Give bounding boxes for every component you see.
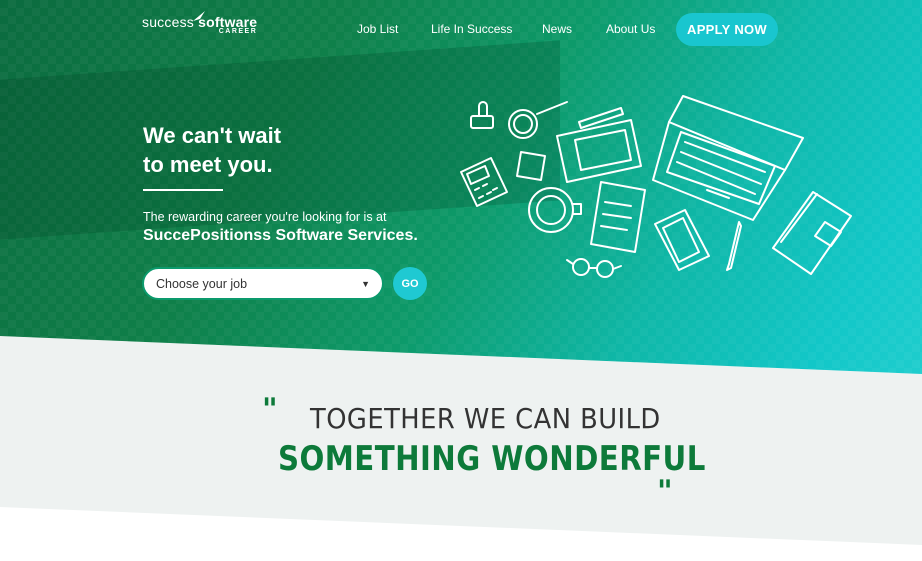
job-select[interactable]: Choose your job ▼ bbox=[142, 267, 384, 300]
glasses-icon bbox=[566, 258, 622, 278]
quote-line-2: SOMETHING WONDERFUL bbox=[278, 439, 706, 479]
job-select-value: Choose your job bbox=[156, 276, 248, 291]
nav-life-in-success[interactable]: Life In Success bbox=[431, 22, 512, 36]
laptop-icon bbox=[652, 95, 804, 221]
pen-icon bbox=[726, 221, 742, 271]
quote-line-1: TOGETHER WE CAN BUILD bbox=[310, 402, 661, 435]
headline-line-2: to meet you. bbox=[143, 152, 273, 177]
coffee-cup-icon bbox=[528, 187, 582, 233]
pencil-icon bbox=[578, 107, 624, 129]
close-quote-mark: " bbox=[657, 474, 673, 509]
go-button[interactable]: GO bbox=[393, 267, 427, 300]
headline-line-1: We can't wait bbox=[143, 123, 282, 148]
nav-about-us[interactable]: About Us bbox=[606, 22, 655, 36]
headline-divider bbox=[143, 189, 223, 191]
notebook-icon bbox=[772, 191, 852, 275]
hero-headline: We can't wait to meet you. bbox=[143, 121, 443, 179]
nav-job-list[interactable]: Job List bbox=[357, 22, 398, 36]
open-quote-mark: " bbox=[262, 392, 278, 427]
brand-logo[interactable]: success software CAREER bbox=[142, 11, 257, 35]
stamp-icon bbox=[470, 101, 494, 129]
apply-now-button[interactable]: APPLY NOW bbox=[676, 13, 778, 46]
sticky-note-icon bbox=[516, 151, 546, 181]
phone-icon bbox=[654, 209, 710, 271]
tablet-icon bbox=[556, 119, 642, 183]
nav-news[interactable]: News bbox=[542, 22, 572, 36]
calculator-icon bbox=[460, 157, 508, 207]
bird-icon bbox=[192, 10, 206, 24]
office-illustration bbox=[460, 95, 852, 278]
hero-subtext: The rewarding career you're looking for … bbox=[143, 210, 387, 224]
dropdown-arrow-icon: ▼ bbox=[361, 278, 370, 289]
document-icon bbox=[590, 181, 646, 253]
hero-company-name: SuccePositionss Software Services. bbox=[143, 227, 418, 244]
magnifier-icon bbox=[508, 101, 568, 139]
logo-word-1: success bbox=[142, 14, 194, 30]
